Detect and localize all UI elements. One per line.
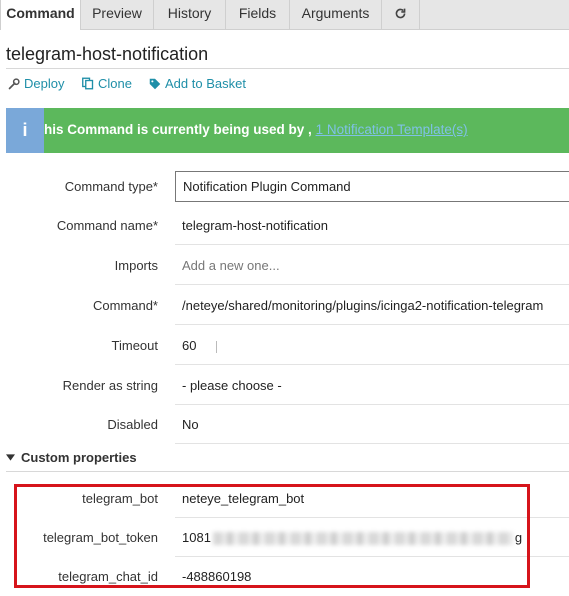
usage-banner: i his Command is currently being used by… [6, 108, 569, 153]
banner-message: his Command is currently being used by , [44, 122, 312, 137]
info-icon: i [6, 108, 44, 153]
imports-input[interactable]: Add a new one... [175, 247, 569, 285]
command-name-label: Command name* [56, 218, 158, 233]
imports-row: Imports Add a new one... [0, 247, 569, 285]
deploy-button[interactable]: Deploy [8, 76, 64, 91]
tab-arguments[interactable]: Arguments [290, 0, 382, 29]
command-name-row: Command name* telegram-host-notification [0, 207, 569, 245]
clone-button[interactable]: Clone [82, 76, 132, 91]
notification-template-link[interactable]: 1 Notification Template(s) [316, 122, 468, 137]
deploy-label: Deploy [24, 76, 65, 91]
custom-properties-toggle[interactable]: Custom properties [6, 450, 137, 465]
tab-command[interactable]: Command [0, 0, 81, 30]
timeout-row: Timeout 60 [0, 327, 569, 365]
tab-fields[interactable]: Fields [226, 0, 290, 29]
command-type-select[interactable]: Notification Plugin Command [175, 171, 569, 202]
tab-history[interactable]: History [154, 0, 226, 29]
clone-label: Clone [98, 76, 132, 91]
command-label: Command* [92, 298, 158, 313]
render-as-string-label: Render as string [62, 378, 158, 393]
command-field[interactable]: /neteye/shared/monitoring/plugins/icinga… [175, 287, 569, 325]
render-as-string-select[interactable]: - please choose - [175, 367, 569, 405]
disabled-select[interactable]: No [175, 406, 569, 444]
command-type-row: Command type* Notification Plugin Comman… [0, 168, 569, 206]
disabled-row: Disabled No [0, 406, 569, 444]
add-to-basket-button[interactable]: Add to Basket [149, 76, 246, 91]
command-name-field[interactable]: telegram-host-notification [175, 207, 569, 245]
copy-icon [82, 77, 94, 90]
custom-properties-heading: Custom properties [21, 450, 137, 465]
section-divider [6, 471, 569, 472]
refresh-icon [395, 8, 406, 19]
tab-preview[interactable]: Preview [81, 0, 154, 29]
banner-text: his Command is currently being used by ,… [44, 122, 468, 137]
tag-icon [149, 78, 161, 89]
render-as-string-row: Render as string - please choose - [0, 367, 569, 405]
highlight-box [14, 484, 530, 588]
tab-bar: Command Preview History Fields Arguments [0, 0, 569, 30]
add-to-basket-label: Add to Basket [165, 76, 246, 91]
timeout-field[interactable]: 60 [175, 327, 569, 365]
command-row: Command* /neteye/shared/monitoring/plugi… [0, 287, 569, 325]
tab-refresh[interactable] [382, 0, 420, 29]
title-divider [6, 68, 569, 69]
caret-down-icon [6, 454, 15, 461]
timeout-value: 60 [182, 338, 197, 353]
command-type-label: Command type* [64, 179, 158, 194]
text-cursor-icon [216, 340, 218, 353]
wrench-icon [8, 77, 20, 89]
page-title: telegram-host-notification [6, 44, 209, 64]
disabled-label: Disabled [107, 417, 158, 432]
imports-label: Imports [114, 258, 158, 273]
timeout-label: Timeout [111, 338, 158, 353]
